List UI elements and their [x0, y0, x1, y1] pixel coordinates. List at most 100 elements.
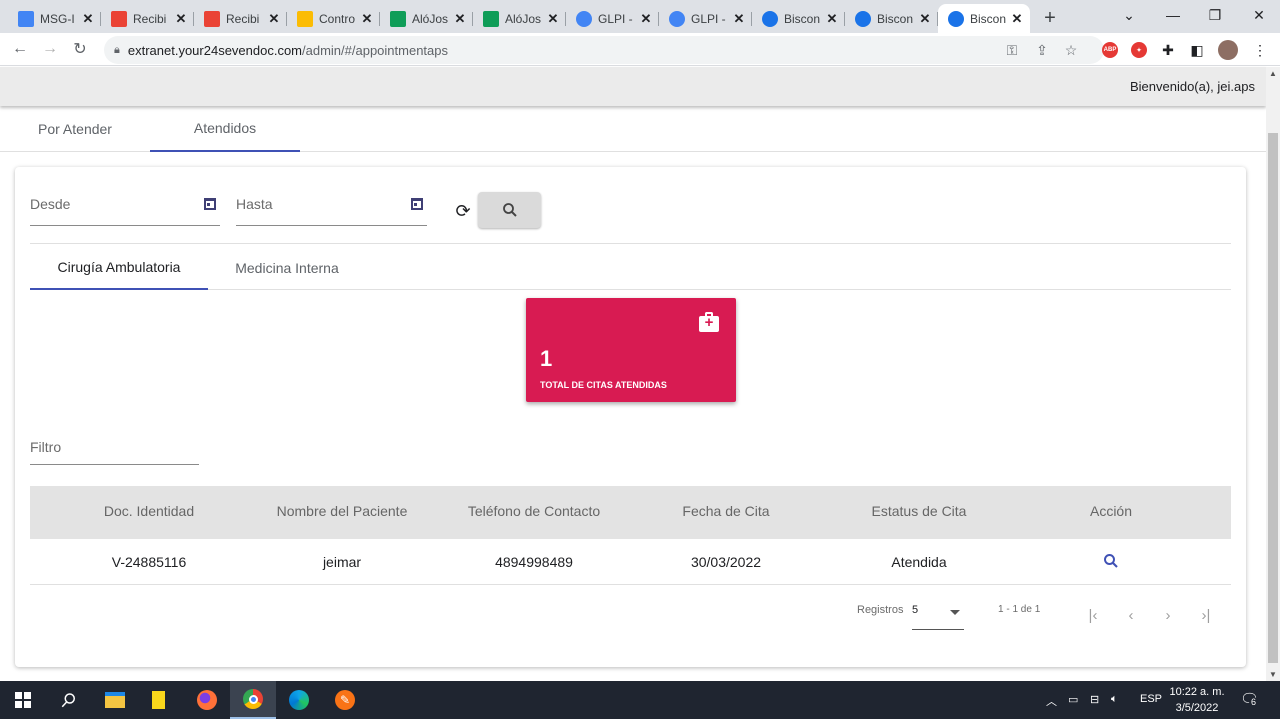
- windows-start-icon[interactable]: [0, 681, 46, 719]
- scroll-down-icon[interactable]: ▼: [1266, 670, 1280, 679]
- browser-tab[interactable]: GLPI - ✕: [659, 4, 752, 33]
- tab-medicina-interna[interactable]: Medicina Interna: [216, 245, 358, 290]
- scroll-thumb[interactable]: [1268, 133, 1278, 663]
- dropdown-arrow-icon: [950, 610, 960, 615]
- desde-label: Desde: [30, 196, 71, 212]
- app-orange-icon[interactable]: ✎: [322, 681, 368, 719]
- close-tab-icon[interactable]: ✕: [81, 11, 95, 27]
- close-tab-icon[interactable]: ✕: [174, 11, 188, 27]
- scroll-up-icon[interactable]: ▲: [1266, 69, 1280, 78]
- password-key-icon[interactable]: ⚿: [1002, 40, 1022, 60]
- back-icon[interactable]: ←: [5, 34, 35, 64]
- col-nombre-paciente[interactable]: Nombre del Paciente: [252, 503, 432, 519]
- cell-estatus: Atendida: [891, 554, 947, 570]
- sticky-notes-icon[interactable]: [138, 681, 184, 719]
- browser-tab[interactable]: MSG-I ✕: [8, 4, 101, 33]
- close-tab-icon[interactable]: ✕: [360, 11, 374, 27]
- language-indicator[interactable]: ESP: [1140, 693, 1162, 705]
- col-doc-identidad[interactable]: Doc. Identidad: [69, 503, 229, 519]
- browser-menu-icon[interactable]: ⋮: [1250, 40, 1270, 60]
- last-page-icon[interactable]: ›|: [1194, 607, 1218, 625]
- next-page-icon[interactable]: ›: [1156, 607, 1180, 625]
- browser-tab[interactable]: AlóJos ✕: [473, 4, 566, 33]
- previous-page-icon[interactable]: ‹: [1119, 607, 1143, 625]
- tab-atendidos[interactable]: Atendidos: [150, 106, 300, 152]
- glpi-icon: [576, 10, 592, 27]
- url-host: extranet.your24sevendoc.com: [127, 42, 303, 58]
- share-icon[interactable]: ⇪: [1032, 40, 1052, 60]
- cell-telefono: 4894998489: [495, 554, 573, 570]
- search-button[interactable]: [478, 192, 541, 228]
- cell-doc-identidad: V-24885116: [111, 554, 187, 570]
- reload-icon[interactable]: ↻: [65, 34, 95, 64]
- hasta-date-field[interactable]: Hasta: [236, 196, 427, 226]
- desde-date-field[interactable]: Desde: [30, 196, 220, 226]
- calendar-icon[interactable]: [411, 198, 423, 210]
- forward-icon[interactable]: →: [35, 34, 65, 64]
- profile-avatar-icon[interactable]: [1218, 40, 1238, 60]
- battery-icon[interactable]: ▭: [1068, 693, 1078, 706]
- close-tab-icon[interactable]: ✕: [918, 11, 932, 27]
- volume-icon[interactable]: 🔈︎: [1111, 693, 1118, 706]
- tray-chevron-icon[interactable]: ︿: [1046, 693, 1057, 709]
- close-tab-icon[interactable]: ✕: [825, 11, 839, 27]
- browser-tab[interactable]: Biscon ✕: [938, 4, 1030, 33]
- firefox-icon[interactable]: [184, 681, 230, 719]
- extensions-puzzle-icon[interactable]: ✚: [1158, 40, 1178, 60]
- browser-tab[interactable]: GLPI - ✕: [566, 4, 659, 33]
- close-tab-icon[interactable]: ✕: [546, 11, 560, 27]
- tab-por-atender[interactable]: Por Atender: [0, 106, 150, 152]
- browser-tab-title: AlóJos: [412, 11, 449, 26]
- network-icon[interactable]: ⊟: [1090, 693, 1099, 706]
- first-page-icon[interactable]: |‹: [1081, 607, 1105, 625]
- close-tab-icon[interactable]: ✕: [1010, 11, 1024, 27]
- close-tab-icon[interactable]: ✕: [267, 11, 281, 27]
- browser-tab[interactable]: Contro ✕: [287, 4, 380, 33]
- address-bar[interactable]: 🔒︎ extranet.your24sevendoc.com/admin/#/a…: [104, 36, 1104, 64]
- paginator-range: 1 - 1 de 1: [998, 604, 1041, 615]
- taskbar-clock[interactable]: 10:22 a. m. 3/5/2022: [1162, 684, 1232, 716]
- specialty-tabs: Cirugía Ambulatoria Medicina Interna: [30, 245, 1231, 290]
- page-size-select[interactable]: 5: [912, 604, 964, 630]
- browser-tab[interactable]: Biscon ✕: [845, 4, 938, 33]
- taskbar-search-icon[interactable]: [46, 681, 92, 719]
- file-explorer-icon[interactable]: [92, 681, 138, 719]
- browser-tab[interactable]: AlóJos ✕: [380, 4, 473, 33]
- bookmark-star-icon[interactable]: ☆: [1061, 40, 1081, 60]
- tab-cirugia-ambulatoria[interactable]: Cirugía Ambulatoria: [30, 245, 208, 290]
- tab-search-icon[interactable]: ⌄: [1106, 0, 1152, 30]
- page-scrollbar[interactable]: ▲ ▼: [1266, 67, 1280, 681]
- maximize-icon[interactable]: ❐: [1192, 0, 1238, 30]
- main-tabs: Por Atender Atendidos: [0, 106, 1266, 152]
- gmail-icon: [111, 10, 127, 27]
- refresh-icon[interactable]: ⟳: [452, 200, 474, 222]
- edge-icon[interactable]: [276, 681, 322, 719]
- browser-tab-title: MSG-I: [40, 11, 75, 26]
- side-panel-icon[interactable]: ◧: [1187, 40, 1207, 60]
- filter-input[interactable]: Filtro: [30, 437, 199, 465]
- close-tab-icon[interactable]: ✕: [453, 11, 467, 27]
- welcome-text: Bienvenido(a), jei.aps: [1129, 79, 1255, 94]
- minimize-icon[interactable]: —: [1150, 0, 1196, 30]
- windows-logo-icon: [15, 692, 31, 708]
- calendar-icon[interactable]: [204, 198, 216, 210]
- browser-tab[interactable]: Recibi ✕: [194, 4, 287, 33]
- stat-label: TOTAL DE CITAS ATENDIDAS: [540, 380, 667, 390]
- glpi-icon: [669, 10, 685, 27]
- chrome-icon[interactable]: [230, 681, 276, 719]
- view-appointment-button[interactable]: [1101, 552, 1121, 573]
- extension-red-icon[interactable]: ✦: [1129, 40, 1149, 60]
- close-tab-icon[interactable]: ✕: [639, 11, 653, 27]
- adblock-plus-icon[interactable]: ABP: [1100, 40, 1120, 60]
- notifications-icon[interactable]: 🗨︎6: [1240, 690, 1259, 708]
- total-attended-card: 1 TOTAL DE CITAS ATENDIDAS: [526, 298, 736, 402]
- browser-tab[interactable]: Biscon ✕: [752, 4, 845, 33]
- col-telefono[interactable]: Teléfono de Contacto: [444, 503, 624, 519]
- browser-tab[interactable]: Recibi ✕: [101, 4, 194, 33]
- col-fecha-cita[interactable]: Fecha de Cita: [646, 503, 806, 519]
- browser-tab-title: AlóJos: [505, 11, 542, 26]
- new-tab-button[interactable]: +: [1036, 4, 1064, 32]
- close-window-icon[interactable]: ✕: [1236, 0, 1280, 30]
- close-tab-icon[interactable]: ✕: [732, 11, 746, 27]
- col-estatus-cita[interactable]: Estatus de Cita: [839, 503, 999, 519]
